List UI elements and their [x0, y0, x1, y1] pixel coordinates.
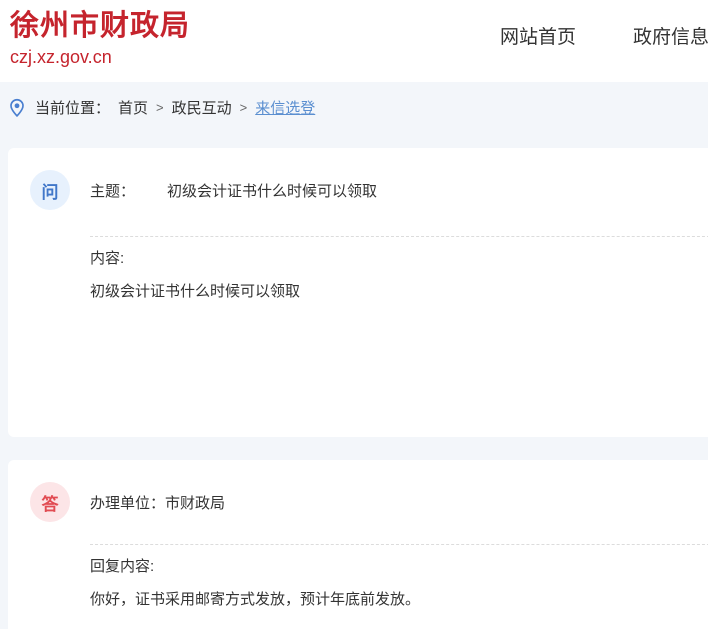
location-pin-icon	[8, 98, 26, 118]
question-card-head: 问 主题： 初级会计证书什么时候可以领取	[8, 148, 708, 210]
answer-unit-row: 办理单位： 市财政局	[90, 492, 225, 513]
unit-label: 办理单位：	[90, 492, 165, 513]
breadcrumb-item-home[interactable]: 首页	[118, 97, 148, 118]
nav-item-home[interactable]: 网站首页	[500, 22, 576, 49]
breadcrumb-separator: >	[156, 100, 164, 115]
top-nav: 网站首页 政府信息	[500, 22, 708, 49]
reply-value: 你好，证书采用邮寄方式发放，预计年底前发放。	[90, 590, 708, 610]
content-value: 初级会计证书什么时候可以领取	[90, 282, 708, 302]
reply-label: 回复内容:	[90, 557, 708, 577]
answer-badge: 答	[30, 482, 70, 522]
breadcrumb: 当前位置： 首页 > 政民互动 > 来信选登	[0, 82, 708, 120]
answer-card: 答 办理单位： 市财政局 回复内容: 你好，证书采用邮寄方式发放，预计年底前发放…	[8, 460, 708, 629]
question-card: 问 主题： 初级会计证书什么时候可以领取 内容: 初级会计证书什么时候可以领取	[8, 148, 708, 437]
breadcrumb-label: 当前位置：	[35, 97, 110, 118]
content-label: 内容:	[90, 249, 708, 269]
question-card-body: 内容: 初级会计证书什么时候可以领取	[90, 236, 708, 302]
breadcrumb-item-letters[interactable]: 来信选登	[255, 97, 315, 118]
subject-label: 主题：	[90, 180, 135, 201]
nav-item-gov-info[interactable]: 政府信息	[633, 22, 708, 49]
breadcrumb-item-interaction[interactable]: 政民互动	[172, 97, 232, 118]
subject-value: 初级会计证书什么时候可以领取	[167, 180, 377, 201]
answer-card-body: 回复内容: 你好，证书采用邮寄方式发放，预计年底前发放。	[90, 544, 708, 610]
unit-value: 市财政局	[165, 492, 225, 513]
question-badge: 问	[30, 170, 70, 210]
site-header: 徐州市财政局 czj.xz.gov.cn 网站首页 政府信息	[0, 0, 708, 82]
breadcrumb-separator: >	[240, 100, 248, 115]
question-subject-row: 主题： 初级会计证书什么时候可以领取	[90, 180, 377, 201]
answer-card-head: 答 办理单位： 市财政局	[8, 460, 708, 522]
